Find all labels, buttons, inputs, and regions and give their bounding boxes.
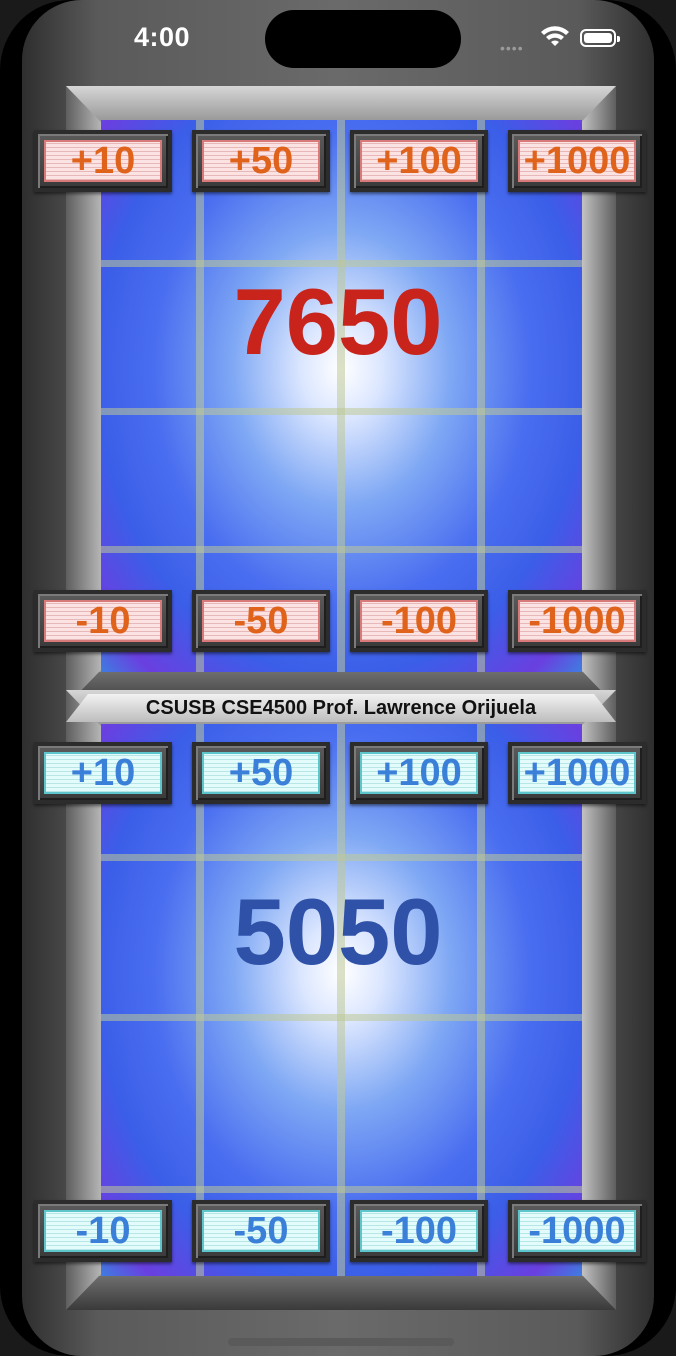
bottom-plus-1000-button[interactable]: +1000 (508, 742, 646, 804)
course-caption: CSUSB CSE4500 Prof. Lawrence Orijuela (145, 697, 537, 719)
cellular-signal-icon: •••• (500, 40, 524, 56)
status-time: 4:00 (134, 22, 191, 52)
bottom-plus-10-button[interactable]: +10 (34, 742, 172, 804)
phone-frame: 4:00 •••• 7650 5050 +10 +50 +100 +1000 -… (0, 0, 676, 1356)
top-plus-1000-button[interactable]: +1000 (508, 130, 646, 192)
bottom-scoreboard-panel (101, 724, 582, 1276)
bottom-score: 5050 (233, 879, 443, 984)
bottom-minus-50-button[interactable]: -50 (192, 1200, 330, 1262)
bottom-plus-100-button[interactable]: +100 (350, 742, 488, 804)
top-plus-10-button[interactable]: +10 (34, 130, 172, 192)
home-indicator[interactable] (228, 1338, 454, 1346)
top-minus-100-button[interactable]: -100 (350, 590, 488, 652)
wifi-icon (541, 26, 569, 46)
bottom-plus-50-button[interactable]: +50 (192, 742, 330, 804)
top-minus-10-button[interactable]: -10 (34, 590, 172, 652)
bottom-minus-1000-button[interactable]: -1000 (508, 1200, 646, 1262)
top-plus-50-button[interactable]: +50 (192, 130, 330, 192)
dynamic-island (265, 10, 461, 68)
top-minus-50-button[interactable]: -50 (192, 590, 330, 652)
top-plus-100-button[interactable]: +100 (350, 130, 488, 192)
top-minus-1000-button[interactable]: -1000 (508, 590, 646, 652)
top-score: 7650 (233, 269, 443, 374)
battery-icon (580, 29, 620, 47)
bottom-minus-10-button[interactable]: -10 (34, 1200, 172, 1262)
bottom-minus-100-button[interactable]: -100 (350, 1200, 488, 1262)
